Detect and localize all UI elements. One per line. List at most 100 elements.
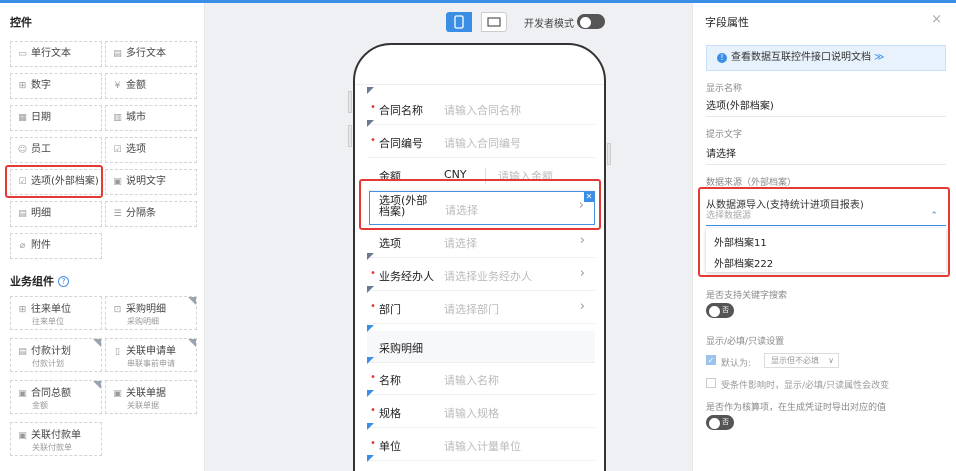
api-doc-banner[interactable]: ! 查看数据互联控件接口说明文档 ≫: [706, 45, 946, 71]
plan-icon: ▤: [18, 347, 27, 357]
paperclip-icon: ⌀: [19, 241, 26, 251]
default-select[interactable]: 显示但不必填 ∨: [764, 353, 839, 368]
default-checkbox[interactable]: ✓: [706, 355, 716, 365]
field-placeholder: 请输入名称: [444, 374, 499, 387]
control-detail[interactable]: ▤ 明细: [10, 201, 102, 227]
field-label: 合同名称: [379, 104, 423, 117]
dev-mode-label: 开发者模式: [524, 19, 574, 30]
form-row-handler[interactable]: • 业务经办人 请选择业务经办人 ›: [367, 253, 595, 291]
field-label: 名称: [379, 374, 401, 387]
highlight-source: [698, 187, 950, 277]
calendar-icon: ▦: [18, 113, 27, 123]
display-name-label: 显示名称: [706, 84, 743, 94]
mobile-view-button[interactable]: [446, 12, 472, 32]
field-placeholder: 请输入计量单位: [444, 440, 521, 453]
note-icon: ▣: [113, 177, 122, 187]
biz-counterparty[interactable]: ⊞ 往来单位 往来单位: [10, 296, 102, 330]
control-option[interactable]: ☑ 选项: [105, 137, 197, 163]
required-mark: •: [370, 438, 376, 449]
help-icon[interactable]: ?: [58, 276, 69, 287]
control-attachment[interactable]: ⌀ 附件: [10, 233, 102, 259]
phone-icon: [454, 15, 464, 29]
close-icon[interactable]: ×: [931, 12, 942, 27]
control-description[interactable]: ▣ 说明文字: [105, 169, 197, 195]
field-placeholder: 请选择: [444, 237, 477, 250]
money-icon: ▣: [18, 389, 27, 399]
corner-mark: [188, 339, 196, 347]
text-area-icon: ▤: [113, 49, 122, 59]
corner-mark: [367, 286, 374, 293]
field-label: 部门: [379, 303, 401, 316]
form-row-purchase-detail[interactable]: 采购明细: [367, 325, 595, 363]
biz-linked-doc[interactable]: ▣ 关联单据 关联单据: [105, 380, 197, 414]
control-divider[interactable]: ☰ 分隔条: [105, 201, 197, 227]
control-employee[interactable]: ☺ 员工: [10, 137, 102, 163]
corner-mark: [188, 297, 196, 305]
control-multi-line-text[interactable]: ▤ 多行文本: [105, 41, 197, 67]
control-city[interactable]: ▥ 城市: [105, 105, 197, 131]
required-mark: •: [370, 102, 376, 113]
hint-input[interactable]: 请选择: [706, 145, 946, 165]
field-placeholder: 请选择部门: [444, 303, 499, 316]
hint-label: 提示文字: [706, 130, 743, 140]
required-mark: •: [370, 268, 376, 279]
corner-mark: [367, 390, 374, 397]
dev-mode-toggle[interactable]: [577, 14, 605, 29]
form-row-option[interactable]: 选项 请选择 ›: [367, 226, 595, 258]
field-label: 业务经办人: [379, 270, 434, 283]
condition-label: 受条件影响时，显示/必填/只读属性会改变: [721, 381, 890, 391]
keyword-search-label: 是否支持关键字搜索: [706, 291, 788, 301]
desktop-view-button[interactable]: [481, 12, 507, 32]
phone-side-button: [607, 143, 611, 165]
form-row-contract-name[interactable]: • 合同名称 请输入合同名称: [367, 87, 595, 125]
form-row-department[interactable]: • 部门 请选择部门 ›: [367, 286, 595, 324]
keyword-search-toggle[interactable]: 否: [706, 303, 734, 318]
corner-mark: [93, 381, 101, 389]
field-label: 规格: [379, 407, 401, 420]
phone-frame: • 合同名称 请输入合同名称 • 合同编号 请输入合同编号 金额 CNY 请输入金额 选项(…: [353, 43, 606, 471]
info-icon: !: [717, 53, 727, 63]
biz-linked-request[interactable]: ▯ 关联申请单 串联事前申请: [105, 338, 197, 372]
city-icon: ▥: [113, 113, 122, 123]
field-placeholder: 请输入合同编号: [444, 137, 521, 150]
biz-linked-payment[interactable]: ▣ 关联付款单 关联付款单: [10, 422, 102, 456]
document-icon: ▣: [113, 389, 122, 399]
control-number[interactable]: ⊞ 数字: [10, 73, 102, 99]
corner-mark: [93, 339, 101, 347]
required-mark: •: [370, 135, 376, 146]
form-row-item-name[interactable]: • 名称 请输入名称: [367, 357, 595, 395]
highlight-selected-field: [359, 179, 601, 230]
form-row-unit[interactable]: • 单位 请输入计量单位: [367, 423, 595, 461]
form-row-next: [367, 455, 595, 471]
required-mark: •: [370, 372, 376, 383]
monitor-icon: [487, 17, 501, 27]
number-icon: ⊞: [18, 81, 27, 91]
voucher-toggle[interactable]: 否: [706, 415, 734, 430]
biz-purchase-detail[interactable]: ⊡ 采购明细 采购明细: [105, 296, 197, 330]
corner-mark: [367, 253, 374, 260]
field-label: 选项: [379, 237, 401, 250]
chevron-down-icon: ∨: [828, 356, 834, 365]
field-placeholder: 请输入规格: [444, 407, 499, 420]
biz-payment-plan[interactable]: ▤ 付款计划 付款计划: [10, 338, 102, 372]
form-row-spec[interactable]: • 规格 请输入规格: [367, 390, 595, 428]
checkbox-icon: ☑: [113, 145, 122, 155]
document-icon: ▯: [115, 347, 120, 357]
form-row-contract-no[interactable]: • 合同编号 请输入合同编号: [367, 120, 595, 158]
corner-mark: [367, 455, 374, 462]
divider-icon: ☰: [113, 209, 122, 219]
control-date[interactable]: ▦ 日期: [10, 105, 102, 131]
corner-mark: [367, 325, 374, 332]
default-label: 默认为:: [721, 359, 752, 369]
display-name-input[interactable]: 选项(外部档案): [706, 97, 946, 117]
field-label: 单位: [379, 440, 401, 453]
section-label: 采购明细: [379, 342, 423, 355]
chevron-right-icon: ›: [579, 266, 585, 281]
control-money[interactable]: ¥ 金额: [105, 73, 197, 99]
control-single-line-text[interactable]: ▭ 单行文本: [10, 41, 102, 67]
field-placeholder: 请选择业务经办人: [444, 270, 532, 283]
biz-contract-total[interactable]: ▣ 合同总额 金额: [10, 380, 102, 414]
properties-panel: 字段属性 × ! 查看数据互联控件接口说明文档 ≫ 显示名称 选项(外部档案) 提示…: [692, 3, 956, 471]
grid-icon: ⊞: [18, 305, 27, 315]
condition-checkbox[interactable]: [706, 378, 716, 388]
